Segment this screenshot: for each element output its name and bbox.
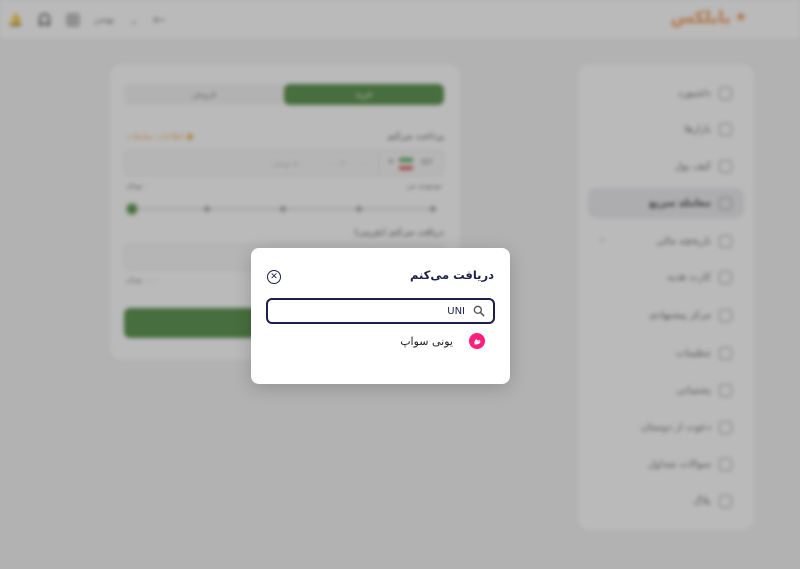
- result-item-uniswap[interactable]: یونی سواپ: [266, 330, 495, 352]
- search-input[interactable]: [275, 303, 465, 319]
- uniswap-icon: [469, 333, 485, 349]
- receive-currency-modal: دریافت می‌کنم ✕ یونی سواپ: [251, 248, 510, 384]
- search-icon: [473, 305, 485, 317]
- search-box[interactable]: [266, 298, 495, 324]
- modal-title: دریافت می‌کنم: [409, 268, 494, 282]
- unicorn-icon: [473, 338, 480, 345]
- close-icon[interactable]: ✕: [267, 270, 281, 284]
- result-item-name: یونی سواپ: [400, 334, 453, 348]
